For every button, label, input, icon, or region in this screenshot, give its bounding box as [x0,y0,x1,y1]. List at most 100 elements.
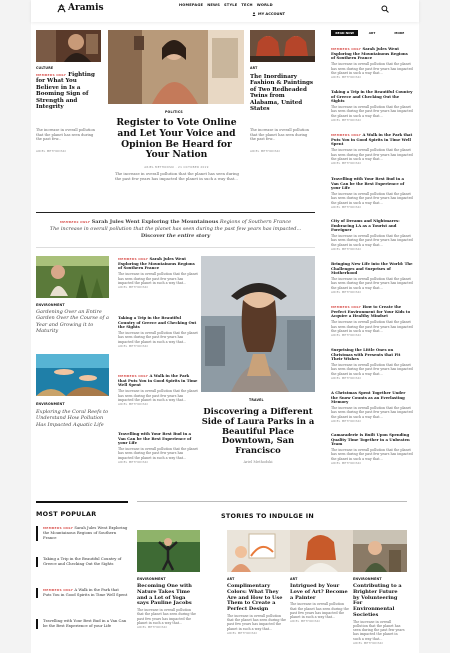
list-item[interactable]: MEMBERS ONLY A Walk in the Park that Put… [118,373,198,407]
category-label[interactable]: ENVIRONMENT [36,303,65,307]
list-item[interactable]: Travelling with Your Best Bud in a Van C… [118,431,198,465]
story-excerpt: The increase in overall pollution that t… [227,613,286,631]
popular-item[interactable]: MEMBERS ONLY A Walk in the Park that Put… [36,587,128,598]
article-image-garden[interactable] [36,256,109,298]
story-card[interactable]: ENVIRONMENT Contributing to a Brighter Fu… [353,577,405,645]
sidebar-item-byline: ARIEL METHODSKI [331,247,362,252]
feature-excerpt: The increase in overall pollution that t… [115,171,239,181]
article-title[interactable]: The Inordinary Fashion & Paintings of Tw… [250,74,315,113]
story-image-yoga[interactable] [137,530,200,572]
sidebar-item[interactable]: Camaraderie is Built Upon Spending Quali… [331,432,413,466]
category-label[interactable]: ENVIRONMENT [353,577,405,581]
article-title[interactable]: MEMBERS ONLY Fighting for What You Belie… [36,72,101,111]
story-excerpt: The increase in overall pollution that t… [290,602,349,620]
story-byline: ARIEL METHODSKI [137,625,168,630]
category-label[interactable]: ART [250,66,258,70]
account-label: MY ACCOUNT [258,12,285,16]
sidebar-item-excerpt: The increase in overall pollution that t… [331,363,413,376]
popular-item[interactable]: Taking a Trip in the Beautiful Country o… [36,556,128,567]
story-card[interactable]: ENVIRONMENT Becoming One with Nature Take… [137,577,198,630]
category-label[interactable]: CULTURE [36,66,53,70]
story-card[interactable]: ART Intrigued by Your Love of Art? Become… [290,577,351,624]
category-label[interactable]: ART [290,577,351,581]
search-icon[interactable] [381,5,389,13]
feature-title[interactable]: Register to Vote Online and Let Your Voi… [109,117,244,161]
popular-item[interactable]: MEMBERS ONLY Sarah Jules Went Exploring … [36,525,128,541]
category-label[interactable]: TRAVEL [249,398,264,402]
members-only-badge: MEMBERS ONLY [59,220,91,224]
story-card[interactable]: ART Complimentary Colors: What They Are a… [227,577,288,635]
sidebar-tabs: READ NOW ART MORE [331,30,413,36]
story-title: Becoming One with Nature Takes Time and … [137,583,192,607]
sidebar-item[interactable]: Travelling with Your Best Bud in a Van C… [331,176,413,210]
list-item-title: Travelling with Your Best Bud in a Van C… [118,431,192,446]
stories-rule [137,501,407,502]
article-excerpt: The increase in overall pollution that t… [36,128,95,142]
banner-story[interactable]: MEMBERS ONLY Sarah Jules Went Exploring … [36,219,315,239]
list-item-byline: ARIEL METHODSKI [118,285,149,290]
nav-style[interactable]: STYLE [224,3,237,7]
site-header: Aramis HOMEPAGE NEWS STYLE TECH WORLD MY… [31,0,419,22]
main-nav: HOMEPAGE NEWS STYLE TECH WORLD [179,3,273,7]
sidebar-item[interactable]: Surprising the Little Ones on Christmas … [331,347,413,381]
feature-byline[interactable]: ARIEL METHODSKI · 21 OCTOBER 2019 [109,165,244,169]
tab-read-now[interactable]: READ NOW [331,30,359,36]
feature-image-politics[interactable] [108,30,244,104]
article-image-reef[interactable] [36,354,109,396]
sidebar-item-byline: ARIEL METHODSKI [331,376,362,381]
sidebar-item[interactable]: City of Dreams and Nightmares: Embracing… [331,218,413,252]
article-byline[interactable]: ARIEL METHODSKI [250,149,280,153]
story-byline: ARIEL METHODSKI [290,619,321,624]
banner-excerpt: The increase in overall pollution that t… [49,225,302,232]
nav-homepage[interactable]: HOMEPAGE [179,3,203,7]
article-title[interactable]: Gardening Over an Entire Garden Over the… [36,309,109,334]
article-byline[interactable]: ARIEL METHODSKI [36,149,66,153]
sidebar-item[interactable]: Taking a Trip in the Beautiful Country o… [331,89,413,123]
popular-item[interactable]: Travelling with Your Best Bud in a Van C… [36,618,128,629]
most-popular-heading: MOST POPULAR [36,510,97,518]
story-image-colors[interactable] [227,530,290,572]
nav-tech[interactable]: TECH [241,3,252,7]
list-item-excerpt: The increase in overall pollution that t… [118,389,198,402]
sidebar-item[interactable]: Bringing New Life into the World: The Ch… [331,261,413,295]
sidebar-item-title: A Christmas Spent Together Under the Sno… [331,390,406,405]
category-label[interactable]: ENVIRONMENT [36,402,65,406]
list-item-byline: ARIEL METHODSKI [118,460,149,465]
feature-image-travel[interactable] [201,256,315,392]
tab-art[interactable]: ART [358,30,385,36]
sidebar-item[interactable]: MEMBERS ONLY A Walk in the Park that Put… [331,132,413,166]
list-item[interactable]: Taking a Trip in the Beautiful Country o… [118,315,198,349]
feature-title[interactable]: Discovering a Different Side of Laura Pa… [201,406,315,456]
tab-more[interactable]: MORE [386,30,413,36]
nav-world[interactable]: WORLD [257,3,273,7]
list-item-excerpt: The increase in overall pollution that t… [118,447,198,460]
site-logo[interactable]: Aramis [57,3,104,14]
category-label[interactable]: POLITICS [165,110,183,114]
article-image-art[interactable] [250,30,315,62]
sidebar-item-title: Bringing New Life into the World: The Ch… [331,261,413,276]
popular-item-title: Taking a Trip in the Beautiful Country o… [43,556,122,566]
sidebar-item-byline: ARIEL METHODSKI [331,161,362,166]
feature-byline[interactable]: Ariel Methodski [201,460,315,464]
category-label[interactable]: ENVIRONMENT [137,577,198,581]
story-image-painter[interactable] [290,530,353,572]
banner-cta-rest: the entire story [166,232,211,239]
sidebar-item[interactable]: MEMBERS ONLY Sarah Jules Went Exploring … [331,46,413,80]
article-title[interactable]: Exploring the Coral Reefs to Understand … [36,409,109,428]
list-item-excerpt: The increase in overall pollution that t… [118,272,198,285]
account-link[interactable]: MY ACCOUNT [252,12,285,17]
sidebar-item-excerpt: The increase in overall pollution that t… [331,62,413,75]
sidebar-item-excerpt: The increase in overall pollution that t… [331,277,413,290]
popular-item-title: Travelling with Your Best Bud in a Van C… [43,618,127,628]
nav-news[interactable]: NEWS [207,3,220,7]
story-excerpt: The increase in overall pollution that t… [353,619,405,641]
banner-bottom-rule [36,247,315,248]
story-image-volunteer[interactable] [353,530,407,572]
list-item-byline: ARIEL METHODSKI [118,344,149,349]
banner-italic: Regions of Southern France [219,219,292,225]
list-item[interactable]: MEMBERS ONLY Sarah Jules Went Exploring … [118,256,198,290]
sidebar-item[interactable]: A Christmas Spent Together Under the Sno… [331,390,413,424]
article-image-culture[interactable] [36,30,101,62]
sidebar-item[interactable]: MEMBERS ONLY How to Create the Perfect E… [331,304,413,338]
category-label[interactable]: ART [227,577,288,581]
